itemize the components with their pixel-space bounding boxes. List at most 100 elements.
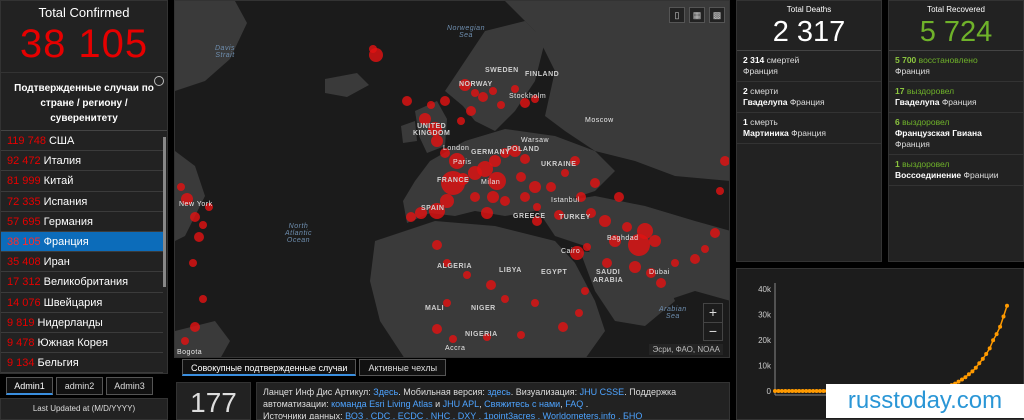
country-item[interactable]: 57 695 Германия: [1, 212, 163, 232]
case-bubble[interactable]: [517, 331, 525, 339]
case-bubble[interactable]: [199, 221, 207, 229]
case-bubble[interactable]: [716, 187, 724, 195]
case-bubble[interactable]: [614, 192, 624, 202]
data-point[interactable]: [991, 338, 996, 343]
case-bubble[interactable]: [402, 96, 412, 106]
data-point[interactable]: [818, 389, 822, 393]
data-point[interactable]: [960, 377, 964, 382]
data-point[interactable]: [963, 375, 968, 380]
link-jhu-csse[interactable]: JHU CSSE: [580, 387, 625, 397]
case-bubble[interactable]: [581, 287, 589, 295]
case-bubble[interactable]: [190, 212, 200, 222]
data-point[interactable]: [811, 389, 816, 393]
case-bubble[interactable]: [649, 235, 661, 247]
data-point[interactable]: [800, 389, 805, 393]
tab-cumulative-cases[interactable]: Совокупные подтвержденные случаи: [182, 359, 357, 376]
data-point[interactable]: [797, 389, 802, 393]
case-bubble[interactable]: [489, 87, 497, 95]
case-bubble[interactable]: [489, 155, 501, 167]
case-bubble[interactable]: [710, 228, 720, 238]
data-point[interactable]: [1005, 303, 1009, 308]
tab-admin2[interactable]: admin2: [56, 377, 103, 395]
case-bubble[interactable]: [516, 172, 526, 182]
case-bubble[interactable]: [599, 215, 611, 227]
case-bubble[interactable]: [590, 178, 600, 188]
link-faq[interactable]: FAQ: [565, 399, 583, 409]
case-bubble[interactable]: [466, 106, 476, 116]
data-point[interactable]: [790, 389, 795, 393]
case-bubble[interactable]: [478, 92, 488, 102]
case-bubble[interactable]: [457, 117, 465, 125]
link-mobile[interactable]: здесь: [487, 387, 510, 397]
qr-icon[interactable]: ▩: [709, 7, 725, 23]
case-bubble[interactable]: [497, 101, 505, 109]
case-bubble[interactable]: [701, 245, 709, 253]
data-point[interactable]: [970, 369, 975, 374]
case-bubble[interactable]: [449, 335, 457, 343]
country-item[interactable]: 14 076 Швейцария: [1, 293, 163, 313]
bookmark-icon[interactable]: ▯: [669, 7, 685, 23]
case-bubble[interactable]: [177, 183, 185, 191]
country-item[interactable]: 72 335 Испания: [1, 192, 163, 212]
case-bubble[interactable]: [369, 45, 377, 53]
case-bubble[interactable]: [671, 259, 679, 267]
case-bubble[interactable]: [432, 324, 442, 334]
tab-active-cases[interactable]: Активные чехлы: [359, 359, 447, 376]
country-item[interactable]: 92 472 Италия: [1, 151, 163, 172]
country-item[interactable]: 17 312 Великобритания: [1, 272, 163, 293]
case-bubble[interactable]: [500, 196, 510, 206]
data-point[interactable]: [980, 356, 985, 361]
link-contact[interactable]: Свяжитесь с нами: [484, 399, 560, 409]
country-item[interactable]: 9 819 Нидерланды: [1, 313, 163, 333]
case-bubble[interactable]: [558, 322, 568, 332]
case-bubble[interactable]: [406, 212, 416, 222]
data-point[interactable]: [783, 389, 788, 393]
country-item[interactable]: 9 134 Бельгия: [1, 353, 163, 373]
case-bubble[interactable]: [583, 243, 591, 251]
link-sources[interactable]: ВОЗ , CDC , ECDC , NHC , DXY , 1point3ac…: [345, 411, 642, 419]
case-bubble[interactable]: [194, 232, 204, 242]
data-point[interactable]: [779, 389, 784, 393]
case-bubble[interactable]: [443, 299, 451, 307]
case-bubble[interactable]: [189, 259, 197, 267]
data-point[interactable]: [977, 361, 982, 366]
data-point[interactable]: [807, 389, 812, 393]
case-bubble[interactable]: [529, 181, 541, 193]
case-bubble[interactable]: [190, 322, 200, 332]
case-bubble[interactable]: [481, 207, 493, 219]
case-bubble[interactable]: [690, 254, 700, 264]
country-list-scrollbar[interactable]: [163, 137, 166, 287]
country-item[interactable]: 38 105 Франция: [1, 231, 163, 253]
data-point[interactable]: [773, 389, 777, 393]
data-point[interactable]: [1001, 314, 1006, 319]
case-bubble[interactable]: [629, 261, 641, 273]
case-bubble[interactable]: [656, 278, 666, 288]
case-bubble[interactable]: [520, 154, 530, 164]
data-point[interactable]: [998, 324, 1003, 329]
zoom-out-button[interactable]: −: [704, 322, 722, 340]
case-bubble[interactable]: [546, 182, 556, 192]
data-point[interactable]: [984, 352, 989, 356]
country-item[interactable]: 119 748 США: [1, 131, 163, 152]
link-jhu-apl[interactable]: JHU APL: [443, 399, 480, 409]
case-bubble[interactable]: [427, 101, 435, 109]
case-bubble[interactable]: [486, 280, 496, 290]
country-item[interactable]: 81 999 Китай: [1, 171, 163, 192]
case-bubble[interactable]: [432, 240, 442, 250]
case-bubble[interactable]: [622, 222, 632, 232]
case-bubble[interactable]: [471, 89, 479, 97]
list-options-icon[interactable]: [154, 76, 164, 86]
case-bubble[interactable]: [181, 337, 189, 345]
zoom-in-button[interactable]: +: [704, 304, 722, 322]
tab-admin1[interactable]: Admin1: [6, 377, 53, 395]
country-item[interactable]: 9 478 Южная Корея: [1, 333, 163, 354]
country-item[interactable]: 8 188Австрия: [1, 373, 163, 374]
case-bubble[interactable]: [511, 85, 519, 93]
case-bubble[interactable]: [440, 96, 450, 106]
case-bubble[interactable]: [487, 191, 499, 203]
data-point[interactable]: [956, 379, 961, 384]
case-bubble[interactable]: [520, 192, 530, 202]
data-point[interactable]: [994, 332, 999, 337]
link-article[interactable]: Здесь: [373, 387, 398, 397]
tab-admin3[interactable]: Admin3: [106, 377, 153, 395]
